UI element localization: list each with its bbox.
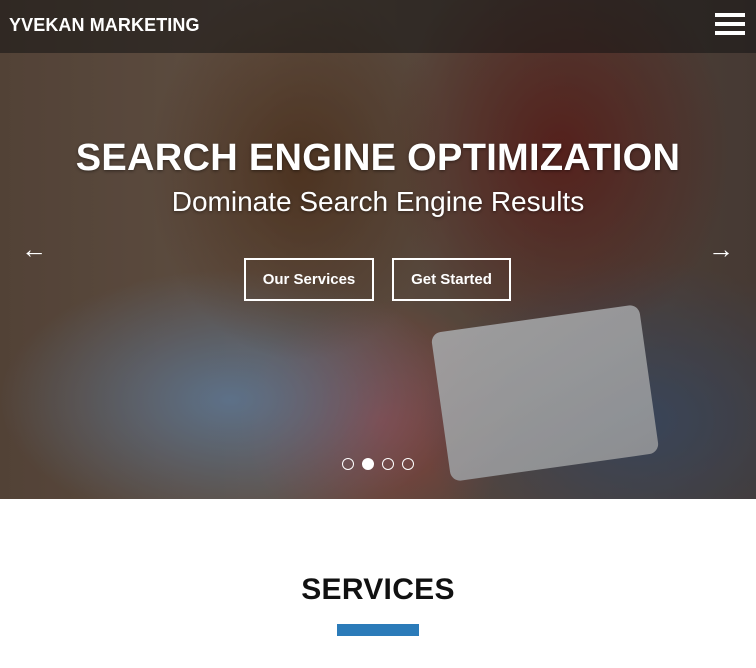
hamburger-menu-icon[interactable]	[713, 10, 747, 40]
previous-slide-arrow-icon[interactable]: ←	[21, 236, 47, 262]
slide-indicator-3[interactable]	[382, 458, 394, 470]
hero-slider: SEARCH ENGINE OPTIMIZATION Dominate Sear…	[0, 0, 756, 499]
brand-logo-text[interactable]: YVEKAN MARKETING	[9, 15, 200, 36]
next-slide-arrow-icon[interactable]: →	[708, 236, 734, 262]
menu-bar-line	[715, 13, 745, 17]
services-section-title: SERVICES	[301, 573, 455, 606]
hero-overlay	[0, 0, 756, 499]
top-navbar: YVEKAN MARKETING	[0, 0, 756, 53]
menu-bar-line	[715, 31, 745, 35]
section-title-underline	[337, 624, 419, 636]
our-services-button[interactable]: Our Services	[244, 258, 374, 301]
menu-bar-line	[715, 22, 745, 26]
hero-headline: SEARCH ENGINE OPTIMIZATION	[75, 137, 681, 179]
hero-subheadline: Dominate Search Engine Results	[171, 186, 585, 217]
slide-indicator-1[interactable]	[342, 458, 354, 470]
slide-indicator-2[interactable]	[362, 458, 374, 470]
slide-indicator-4[interactable]	[402, 458, 414, 470]
slide-indicators	[341, 458, 421, 472]
get-started-button[interactable]: Get Started	[392, 258, 511, 301]
